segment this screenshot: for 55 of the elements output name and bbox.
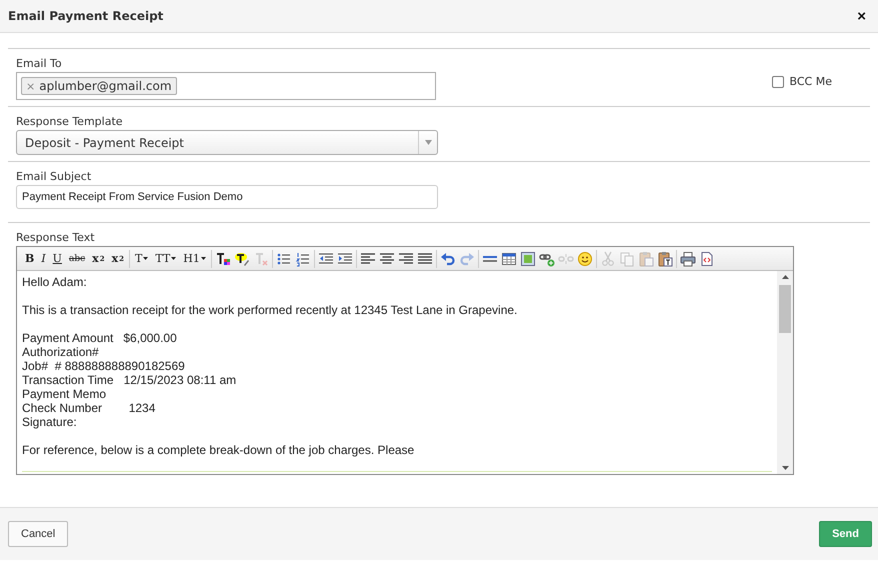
bcc-label: BCC Me	[790, 75, 832, 88]
undo-icon[interactable]	[440, 250, 456, 266]
paste-text-icon[interactable]	[656, 250, 673, 266]
message-text: This is a transaction receipt for the work performed recently at 12345 Test Lane in Grapevine.	[22, 303, 518, 317]
printer-icon[interactable]	[680, 250, 696, 266]
field-label: Response Text	[16, 231, 96, 245]
caret-icon	[143, 257, 148, 260]
caret-icon	[424, 140, 432, 145]
close-button[interactable]: ×	[855, 8, 868, 24]
scroll-up-icon[interactable]	[782, 275, 788, 279]
dialog-title: Email Payment Receipt	[8, 9, 164, 23]
align-left-icon[interactable]	[360, 250, 376, 266]
message-text: Transaction Time 12/15/2023 08:11 am	[22, 373, 236, 387]
cancel-button[interactable]: Cancel	[8, 521, 68, 547]
font-menu-button[interactable]: TT	[153, 250, 178, 267]
scroll-down-icon[interactable]	[782, 466, 788, 470]
source-code-icon[interactable]	[698, 250, 715, 266]
align-center-icon[interactable]	[378, 250, 395, 266]
field-label: Response Template	[16, 115, 124, 129]
bullet-list-icon[interactable]	[276, 250, 292, 266]
template-dropdown[interactable]: Deposit - Payment Receipt	[16, 130, 438, 155]
field-label: Email Subject	[16, 170, 92, 184]
scrollbar[interactable]	[777, 271, 793, 474]
email-to-field[interactable]: × aplumber@gmail.com	[16, 72, 436, 100]
font-menu-button[interactable]: T	[133, 250, 150, 267]
align-right-icon[interactable]	[398, 250, 414, 266]
message-text: Job# # 888888888890182569	[22, 359, 185, 373]
image-icon[interactable]	[520, 250, 536, 266]
caret-icon	[171, 257, 176, 260]
message-text: Hello Adam:	[22, 275, 87, 289]
message-text: Authorization#	[22, 345, 99, 359]
format-button[interactable]: I	[39, 250, 48, 267]
font-menu-button[interactable]: H1	[181, 250, 208, 267]
recipient-email: aplumber@gmail.com	[39, 79, 172, 93]
format-button[interactable]: abc	[66, 250, 88, 267]
message-text: Check Number 1234	[22, 401, 156, 415]
numbered-list-icon[interactable]	[294, 250, 311, 266]
highlighter-icon[interactable]	[234, 250, 250, 266]
indent-icon[interactable]	[336, 250, 353, 266]
message-text: For reference, below is a complete break-down of the job charges. Please	[22, 443, 414, 457]
message-text: Payment Memo	[22, 387, 106, 401]
text-color-icon[interactable]	[214, 250, 231, 266]
format-button[interactable]: B	[23, 250, 36, 267]
subject-field[interactable]: Payment Receipt From Service Fusion Demo	[16, 185, 438, 209]
scrollbar-thumb[interactable]	[779, 285, 791, 333]
message-text: Signature:	[22, 415, 77, 429]
smiley-icon[interactable]	[576, 250, 593, 266]
justify-icon[interactable]	[416, 250, 433, 266]
table-icon[interactable]	[500, 250, 517, 266]
bcc-checkbox[interactable]	[772, 76, 784, 88]
message-text: Payment Amount $6,000.00	[22, 331, 177, 345]
field-label: Email To	[16, 57, 63, 71]
format-button[interactable]: U	[50, 250, 64, 267]
caret-icon	[200, 257, 206, 260]
outdent-icon[interactable]	[318, 250, 334, 266]
